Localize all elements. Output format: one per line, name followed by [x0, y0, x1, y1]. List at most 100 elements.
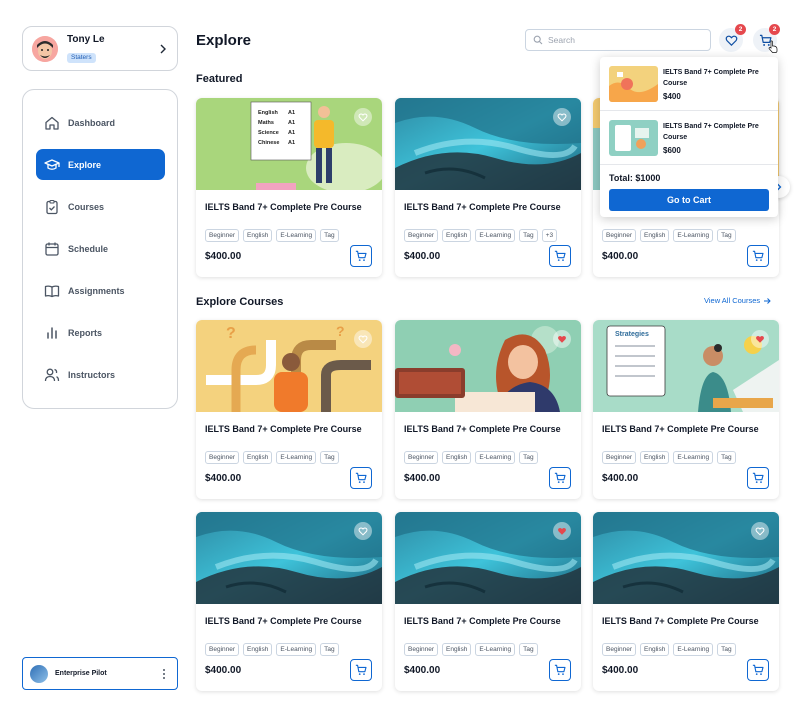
favorite-button[interactable] — [354, 522, 372, 540]
add-to-cart-button[interactable] — [747, 245, 769, 267]
course-card[interactable]: IELTS Band 7+ Complete Pre Course Beginn… — [395, 512, 581, 691]
cart-item[interactable]: IELTS Band 7+ Complete Pre Course $600 — [600, 111, 778, 165]
tag-chip: English — [442, 229, 472, 242]
heart-icon — [358, 335, 368, 344]
add-to-cart-button[interactable] — [350, 245, 372, 267]
tag-chip: E-Learning — [276, 229, 317, 242]
sidebar-item-label: Assignments — [68, 285, 125, 296]
svg-text:A1: A1 — [288, 110, 295, 116]
users-icon — [44, 368, 60, 381]
go-to-cart-button[interactable]: Go to Cart — [609, 189, 769, 211]
course-price: $400.00 — [602, 665, 639, 676]
tag-chip: English — [640, 451, 670, 464]
svg-text:A1: A1 — [288, 140, 295, 146]
tag-chip: English — [442, 643, 472, 656]
course-thumbnail — [593, 512, 779, 604]
course-title: IELTS Band 7+ Complete Pre Course — [404, 616, 561, 626]
sidebar-item-reports[interactable]: Reports — [36, 317, 165, 348]
favorite-button[interactable] — [553, 522, 571, 540]
course-thumbnail: Strategies — [593, 320, 779, 412]
sidebar-item-courses[interactable]: Courses — [36, 191, 165, 222]
tag-chip: +3 — [541, 229, 558, 242]
course-card[interactable]: Strategies IELTS Band 7+ Complete Pre Co… — [593, 320, 779, 499]
add-to-cart-button[interactable] — [350, 467, 372, 489]
svg-text:Chinese: Chinese — [258, 140, 279, 146]
course-card[interactable]: ? ? IELTS Band 7+ Complete Pre Course Be… — [196, 320, 382, 499]
enterprise-switcher[interactable]: Enterprise Pilot — [22, 657, 178, 690]
add-to-cart-button[interactable] — [747, 467, 769, 489]
tag-chip: E-Learning — [673, 229, 714, 242]
course-title: IELTS Band 7+ Complete Pre Course — [205, 202, 362, 212]
sidebar-item-label: Explore — [68, 159, 102, 170]
add-to-cart-button[interactable] — [549, 467, 571, 489]
view-all-courses-link[interactable]: View All Courses — [704, 296, 771, 305]
sidebar-item-assignments[interactable]: Assignments — [36, 275, 165, 306]
heart-icon — [358, 527, 368, 536]
wishlist-button[interactable]: 2 — [719, 24, 746, 52]
chevron-right-icon[interactable] — [159, 44, 167, 54]
heart-filled-icon — [558, 335, 566, 343]
add-to-cart-button[interactable] — [549, 245, 571, 267]
add-to-cart-icon — [554, 664, 566, 675]
favorite-button[interactable] — [354, 108, 372, 126]
favorite-button[interactable] — [553, 330, 571, 348]
heart-icon — [557, 113, 567, 122]
calendar-icon — [45, 242, 59, 256]
course-card[interactable]: IELTS Band 7+ Complete Pre Course Beginn… — [395, 320, 581, 499]
add-to-cart-button[interactable] — [747, 659, 769, 681]
graduation-cap-icon — [44, 158, 60, 170]
tag-list: Beginner English E-Learning Tag — [602, 451, 736, 464]
course-title: IELTS Band 7+ Complete Pre Course — [404, 202, 561, 212]
profile-badge: Staters — [67, 52, 96, 63]
more-vertical-icon[interactable] — [159, 668, 169, 680]
add-to-cart-icon — [554, 472, 566, 483]
tag-chip: Tag — [519, 643, 538, 656]
course-card[interactable]: IELTS Band 7+ Complete Pre Course Beginn… — [395, 98, 581, 277]
avatar — [32, 35, 58, 62]
sidebar-item-schedule[interactable]: Schedule — [36, 233, 165, 264]
sidebar-nav: Dashboard Explore Courses Schedule Assig… — [22, 89, 178, 409]
course-card[interactable]: IELTS Band 7+ Complete Pre Course Beginn… — [196, 512, 382, 691]
tag-chip: Tag — [717, 229, 736, 242]
enterprise-logo — [30, 664, 48, 683]
tag-chip: Beginner — [602, 643, 637, 656]
tag-chip: Tag — [717, 451, 736, 464]
course-card[interactable]: IELTS Band 7+ Complete Pre Course Beginn… — [593, 512, 779, 691]
add-to-cart-button[interactable] — [350, 659, 372, 681]
course-price: $400.00 — [404, 665, 441, 676]
course-thumbnail: English A1 Maths A1 Science A1 Chinese A1 — [196, 98, 382, 190]
course-thumbnail — [196, 512, 382, 604]
favorite-button[interactable] — [354, 330, 372, 348]
sidebar-item-label: Reports — [68, 327, 103, 338]
tag-list: Beginner English E-Learning Tag — [205, 643, 339, 656]
cart-item[interactable]: IELTS Band 7+ Complete Pre Course $400 — [600, 57, 778, 111]
profile-card[interactable]: Tony Le Staters — [22, 26, 178, 71]
search-icon — [533, 35, 543, 45]
course-card[interactable]: English A1 Maths A1 Science A1 Chinese A1 IE… — [196, 98, 382, 277]
heart-filled-icon — [756, 335, 764, 343]
sidebar-item-instructors[interactable]: Instructors — [36, 359, 165, 390]
sidebar-item-explore[interactable]: Explore — [36, 149, 165, 180]
course-title: IELTS Band 7+ Complete Pre Course — [602, 616, 759, 626]
add-to-cart-button[interactable] — [549, 659, 571, 681]
course-price: $400.00 — [602, 473, 639, 484]
add-to-cart-icon — [554, 250, 566, 261]
svg-text:A1: A1 — [288, 130, 295, 136]
search-input[interactable] — [548, 35, 698, 45]
search-box[interactable] — [525, 29, 711, 51]
cart-total: Total: $1000 — [609, 173, 661, 183]
tag-list: Beginner English E-Learning Tag +3 — [404, 229, 558, 242]
favorite-button[interactable] — [751, 330, 769, 348]
course-thumbnail: ? ? — [196, 320, 382, 412]
tag-list: Beginner English E-Learning Tag — [205, 451, 339, 464]
tag-chip: Beginner — [602, 451, 637, 464]
sidebar-item-dashboard[interactable]: Dashboard — [36, 107, 165, 138]
tag-chip: E-Learning — [673, 451, 714, 464]
favorite-button[interactable] — [751, 522, 769, 540]
favorite-button[interactable] — [553, 108, 571, 126]
course-thumbnail — [395, 512, 581, 604]
course-price: $400.00 — [205, 473, 242, 484]
svg-text:English: English — [258, 110, 279, 116]
course-price: $400.00 — [205, 665, 242, 676]
course-price: $400.00 — [205, 251, 242, 262]
